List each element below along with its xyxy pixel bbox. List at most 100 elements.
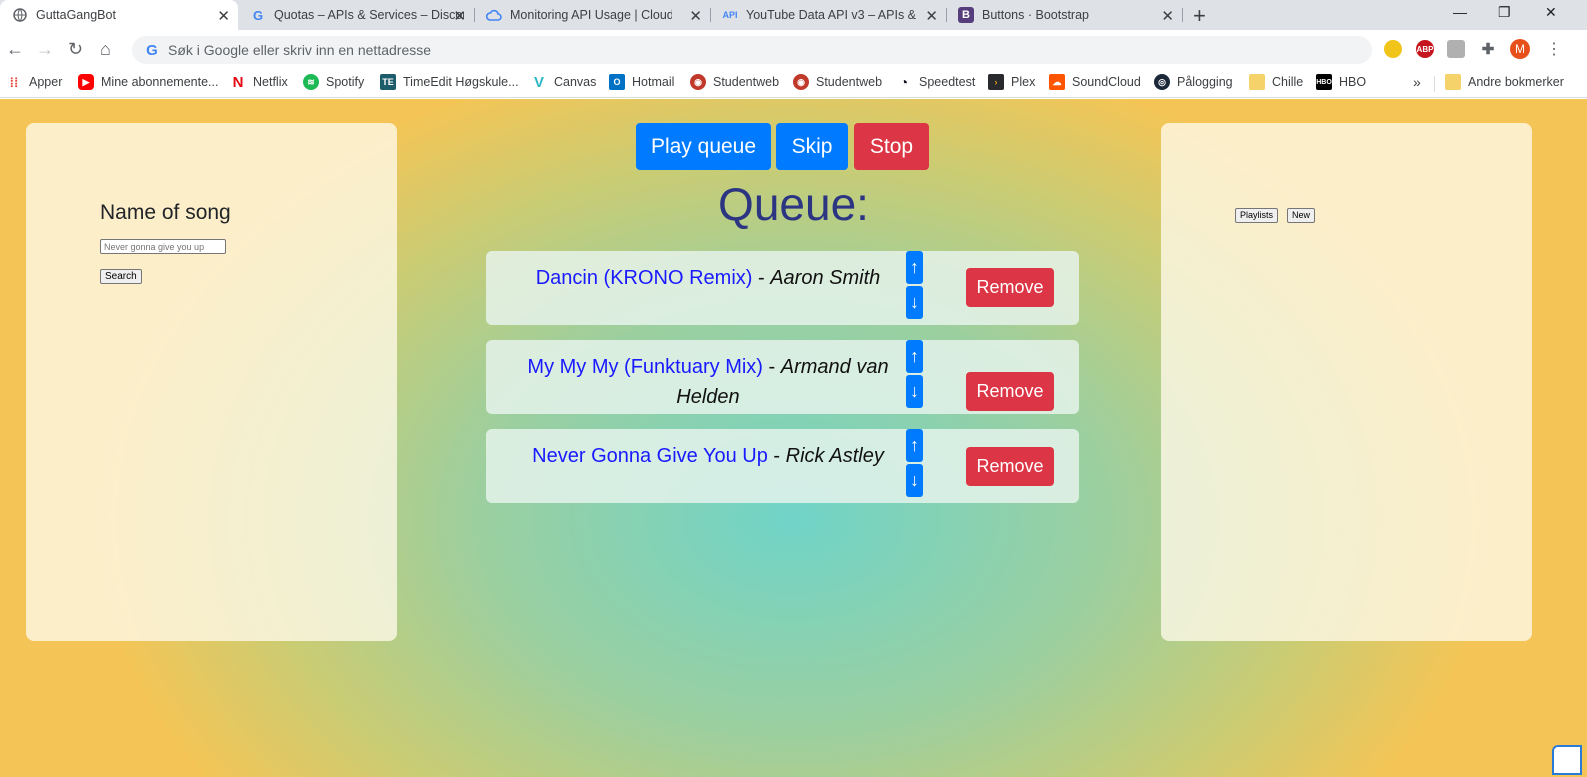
close-icon[interactable]: ✕ — [1161, 7, 1174, 25]
move-down-button[interactable]: ↓ — [906, 375, 923, 408]
skip-button[interactable]: Skip — [776, 123, 848, 170]
queue-item-text: My My My (Funktuary Mix) - Armand van He… — [526, 352, 890, 412]
bookmark-item[interactable]: ⁞⁞ Apper — [6, 74, 63, 90]
separator: - — [752, 267, 771, 289]
adblock-icon[interactable]: ABP — [1416, 40, 1434, 58]
move-down-button[interactable]: ↓ — [906, 286, 923, 319]
tab-quotas[interactable]: G Quotas – APIs & Services – Discor ✕ — [238, 0, 474, 30]
tab-title: GuttaGangBot — [36, 8, 116, 22]
tab-youtube-api[interactable]: API YouTube Data API v3 – APIs & Se ✕ — [710, 0, 946, 30]
new-tab-icon[interactable]: + — [1193, 3, 1206, 29]
back-icon[interactable]: ← — [6, 39, 24, 60]
tab-bootstrap[interactable]: B Buttons · Bootstrap ✕ — [946, 0, 1182, 30]
studentweb-icon: ◉ — [690, 74, 706, 90]
close-window-icon[interactable]: ✕ — [1545, 4, 1557, 21]
bookmark-item[interactable]: TE TimeEdit Høgskule... — [380, 74, 519, 90]
bookmark-item[interactable]: Chille — [1249, 74, 1303, 90]
tab-divider — [1182, 8, 1183, 22]
studentweb-icon: ◉ — [793, 74, 809, 90]
cloud-icon — [486, 7, 502, 23]
move-up-button[interactable]: ↑ — [906, 251, 923, 284]
search-button[interactable]: Search — [100, 269, 142, 284]
close-icon[interactable]: ✕ — [925, 7, 938, 25]
restore-icon[interactable]: ❐ — [1498, 4, 1511, 21]
queue-item: Dancin (KRONO Remix) - Aaron Smith ↑ ↓ R… — [486, 251, 1079, 325]
forward-icon[interactable]: → — [36, 39, 54, 60]
hbo-icon: HBO — [1316, 74, 1332, 90]
other-bookmarks[interactable]: Andre bokmerker — [1445, 74, 1564, 90]
queue-item: My My My (Funktuary Mix) - Armand van He… — [486, 340, 1079, 414]
more-bookmarks-button[interactable]: » — [1413, 74, 1421, 90]
bookmark-item[interactable]: › Plex — [988, 74, 1035, 90]
move-up-button[interactable]: ↑ — [906, 340, 923, 373]
steam-icon: ◎ — [1154, 74, 1170, 90]
plex-icon: › — [988, 74, 1004, 90]
close-icon[interactable]: ✕ — [453, 7, 466, 25]
move-up-button[interactable]: ↑ — [906, 429, 923, 462]
minimize-icon[interactable]: — — [1453, 4, 1467, 20]
playlists-button[interactable]: Playlists — [1235, 208, 1279, 223]
menu-icon[interactable]: ⋮ — [1546, 39, 1562, 59]
browser-toolbar: ← → ↻ ⌂ G Søk i Google eller skriv inn e… — [0, 30, 1587, 68]
bookmark-item[interactable]: ▶ Mine abonnemente... — [78, 74, 218, 90]
play-queue-button[interactable]: Play queue — [636, 123, 771, 170]
bookmark-label: Speedtest — [919, 75, 976, 89]
bookmark-label: Chille — [1272, 75, 1304, 89]
google-icon: G — [252, 7, 264, 23]
bookmark-label: Plex — [1011, 75, 1036, 89]
avatar[interactable]: M — [1510, 39, 1530, 59]
bookmark-label: SoundCloud — [1072, 75, 1141, 89]
separator: - — [767, 445, 786, 467]
new-playlist-button[interactable]: New — [1287, 208, 1316, 223]
song-title[interactable]: My My My (Funktuary Mix) — [527, 356, 763, 378]
bookmark-label: Netflix — [253, 75, 288, 89]
soundcloud-icon: ☁ — [1049, 74, 1065, 90]
bookmark-item[interactable]: ≋ Spotify — [303, 74, 364, 90]
bookmark-item[interactable]: N Netflix — [230, 73, 288, 91]
bookmark-label: Studentweb — [816, 75, 883, 89]
reload-icon[interactable]: ↻ — [68, 39, 83, 60]
stop-button[interactable]: Stop — [854, 123, 929, 170]
bookmark-item[interactable]: ◔ Speedtest — [896, 74, 976, 90]
song-search-input[interactable] — [100, 239, 226, 254]
tab-monitoring[interactable]: Monitoring API Usage | Cloud A ✕ — [474, 0, 710, 30]
google-icon: G — [146, 41, 158, 59]
api-icon: API — [722, 10, 738, 20]
home-icon[interactable]: ⌂ — [100, 39, 111, 60]
bookmark-item[interactable]: O Hotmail — [609, 74, 674, 90]
bootstrap-icon: B — [958, 7, 974, 23]
close-icon[interactable]: ✕ — [217, 7, 230, 25]
bookmark-item[interactable]: ☁ SoundCloud — [1049, 74, 1141, 90]
canvas-icon: V — [533, 73, 544, 91]
bookmark-item[interactable]: ◉ Studentweb — [793, 74, 882, 90]
bookmark-item[interactable]: ◎ Pålogging — [1154, 74, 1233, 90]
youtube-icon: ▶ — [78, 74, 94, 90]
bookmark-label: Pålogging — [1177, 75, 1233, 89]
bookmark-label: Canvas — [554, 75, 597, 89]
artist-name: Rick Astley — [785, 445, 884, 467]
netflix-icon: N — [232, 73, 244, 91]
extension-icon[interactable] — [1447, 40, 1465, 58]
close-icon[interactable]: ✕ — [689, 7, 702, 25]
queue-item: Never Gonna Give You Up - Rick Astley ↑ … — [486, 429, 1079, 503]
queue-item-text: Dancin (KRONO Remix) - Aaron Smith — [526, 263, 890, 293]
remove-button[interactable]: Remove — [966, 447, 1054, 486]
move-down-button[interactable]: ↓ — [906, 464, 923, 497]
remove-button[interactable]: Remove — [966, 372, 1054, 411]
bookmark-label: Mine abonnemente... — [101, 75, 219, 89]
song-title[interactable]: Dancin (KRONO Remix) — [536, 267, 753, 289]
extension-icon[interactable] — [1384, 40, 1402, 58]
bookmark-item[interactable]: ◉ Studentweb — [690, 74, 779, 90]
bookmark-item[interactable]: HBO HBO — [1316, 74, 1366, 90]
timeedit-icon: TE — [380, 74, 396, 90]
bookmark-item[interactable]: V Canvas — [531, 73, 597, 91]
address-bar[interactable]: G Søk i Google eller skriv inn en nettad… — [132, 36, 1372, 64]
tab-guttagangbot[interactable]: GuttaGangBot ✕ — [0, 0, 238, 30]
teamviewer-icon[interactable] — [1552, 745, 1582, 775]
apps-grid-icon: ⁞⁞ — [9, 74, 19, 90]
tab-title: Buttons · Bootstrap — [982, 8, 1090, 22]
song-title[interactable]: Never Gonna Give You Up — [532, 445, 768, 467]
remove-button[interactable]: Remove — [966, 268, 1054, 307]
puzzle-icon[interactable]: ✚ — [1479, 40, 1497, 58]
page: Name of song Search Play queue Skip Stop… — [0, 99, 1587, 777]
